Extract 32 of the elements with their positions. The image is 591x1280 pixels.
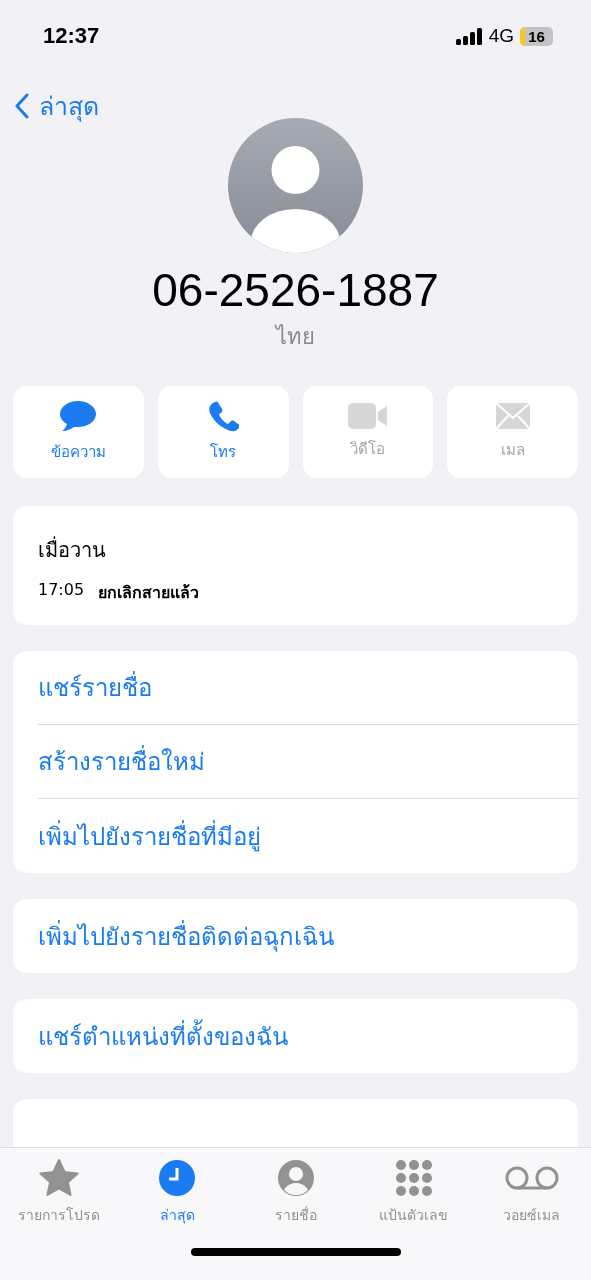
star-icon [39,1158,80,1198]
phone-icon [207,400,240,432]
battery-indicator: 16 [520,26,553,46]
call-time: 17:05 [38,580,85,601]
network-label: 4G [488,25,514,47]
option-link[interactable]: เพิ่มไปยังรายชื่อติดต่อฉุกเฉิน [38,899,578,973]
envelope-icon [494,402,531,430]
call-button[interactable]: โทร [157,386,289,478]
tab-item[interactable]: รายการโปรด [0,1158,119,1226]
tab-item[interactable]: แป้นตัวเลข [354,1158,473,1226]
message-button[interactable]: ข้อความ [13,386,144,478]
clock-icon [158,1158,197,1198]
video-camera-icon [347,403,388,429]
person-icon [276,1158,315,1198]
back-button[interactable]: ล่าสุด [15,86,99,126]
keypad-icon [394,1158,433,1198]
avatar-icon [228,118,363,253]
call-status: ยกเลิกสายแล้ว [98,582,200,604]
option-link[interactable]: แชร์รายชื่อ [38,651,578,725]
tab-item[interactable]: รายชื่อ [236,1158,355,1226]
tab-item[interactable]: วอยซ์เมล [472,1158,591,1226]
status-time: 12:37 [43,23,100,49]
option-link[interactable]: สร้างรายชื่อใหม่ [38,725,578,799]
call-date: เมื่อวาน [38,535,107,564]
tab-item[interactable]: ล่าสุด [118,1158,237,1226]
option-link[interactable]: แชร์ตำแหน่งที่ตั้งของฉัน [38,999,578,1073]
speech-bubble-icon [59,400,98,432]
chevron-left-icon [15,93,29,119]
option-link[interactable]: เพิ่มไปยังรายชื่อที่มีอยู่ [38,799,578,873]
phone-number: 06-2526-1887 [152,263,439,317]
signal-icon [455,27,483,45]
region-label: ไทย [276,323,315,351]
